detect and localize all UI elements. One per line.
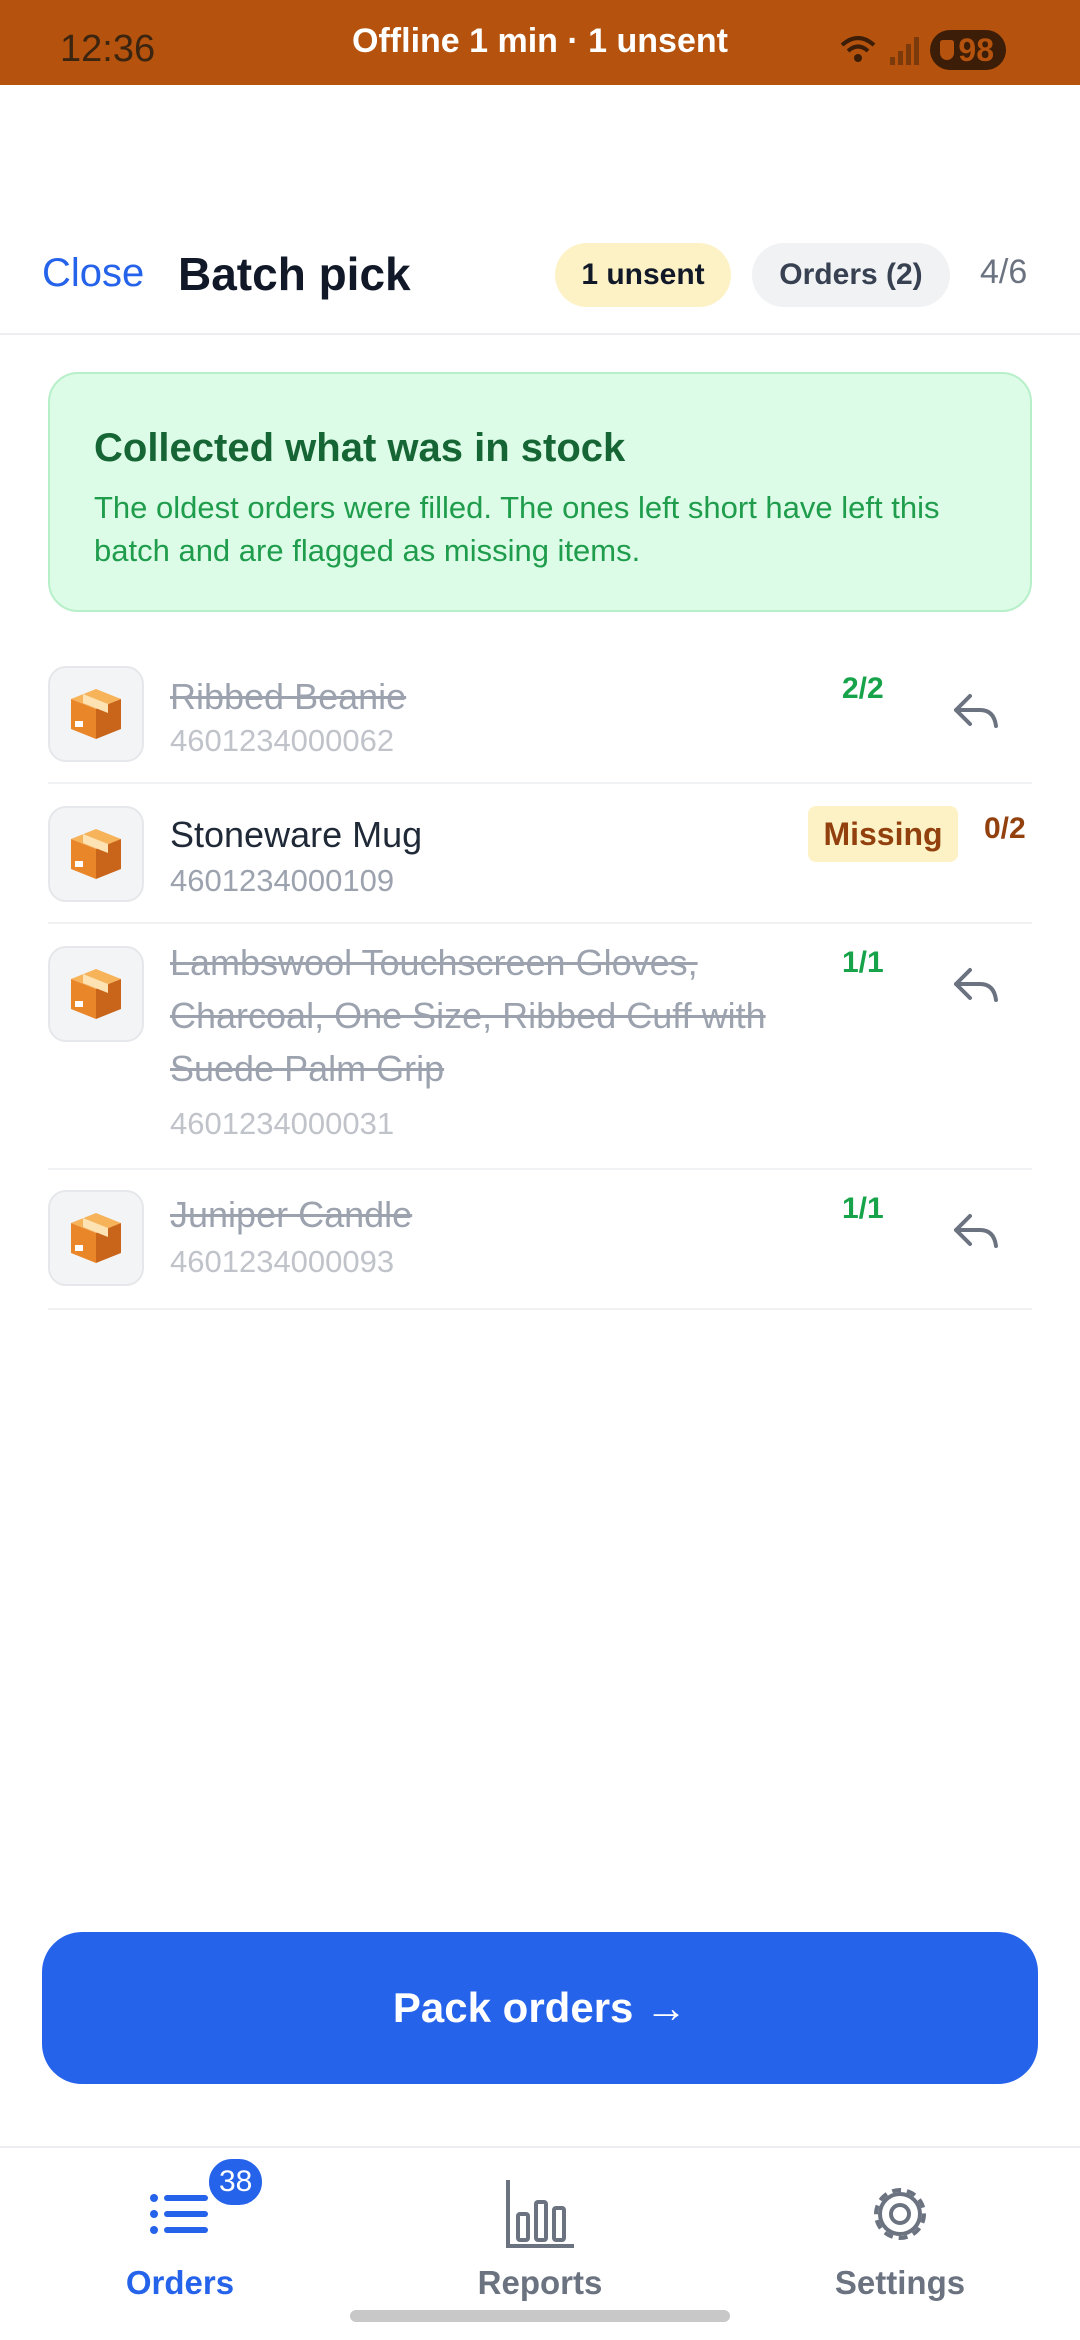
home-indicator[interactable] — [350, 2310, 730, 2322]
bar-chart-icon — [506, 2180, 574, 2248]
list-item[interactable]: Stoneware Mug 4601234000109 Missing 0/2 — [48, 784, 1032, 924]
gear-icon — [874, 2188, 926, 2240]
package-icon — [48, 946, 144, 1042]
nav-reports-label: Reports — [477, 2264, 603, 2301]
battery-level: 98 — [958, 31, 994, 68]
unsent-chip[interactable]: 1 unsent — [555, 243, 731, 307]
status-bar: 12:36 Offline 1 min · 1 unsent 98 — [0, 0, 1080, 85]
signal-icon — [890, 37, 920, 65]
banner-text: The oldest orders were filled. The ones … — [94, 490, 940, 568]
nav-settings-label: Settings — [834, 2264, 966, 2301]
nav-settings[interactable]: Settings — [750, 2148, 1050, 2328]
package-icon — [48, 806, 144, 902]
nav-orders[interactable]: 38 Orders — [30, 2148, 330, 2328]
status-icons: 98 — [838, 30, 1006, 70]
item-name: Ribbed Beanie — [170, 676, 407, 717]
banner-title: Collected what was in stock — [94, 426, 626, 470]
item-sku: 4601234000062 — [170, 723, 395, 758]
item-quantity: 2/2 — [842, 672, 884, 705]
battery-indicator: 98 — [930, 30, 1006, 70]
undo-icon[interactable] — [946, 682, 1006, 742]
item-quantity: 1/1 — [842, 946, 884, 979]
nav-orders-label: Orders — [125, 2264, 235, 2301]
orders-count-badge: 38 — [206, 2156, 266, 2208]
pick-progress: 4/6 — [980, 253, 1028, 291]
item-quantity: 0/2 — [984, 812, 1026, 845]
header: Close Batch pick 1 unsent Orders (2) 4/6 — [0, 225, 1080, 335]
success-banner: Collected what was in stock The oldest o… — [48, 372, 1032, 612]
item-sku: 4601234000031 — [170, 1106, 395, 1141]
package-icon — [48, 1190, 144, 1286]
undo-icon[interactable] — [946, 1202, 1006, 1262]
pack-orders-button[interactable]: Pack orders → — [42, 1932, 1038, 2084]
page-title: Batch pick — [178, 248, 411, 300]
item-name: Lambswool Touchscreen Gloves, Charcoal, … — [170, 942, 766, 1089]
undo-icon[interactable] — [946, 956, 1006, 1016]
list-item[interactable]: Juniper Candle 4601234000093 1/1 — [48, 1170, 1032, 1310]
item-sku: 4601234000093 — [170, 1244, 395, 1279]
list-item[interactable]: Lambswool Touchscreen Gloves, Charcoal, … — [48, 924, 1032, 1170]
close-button[interactable]: Close — [42, 251, 144, 296]
pick-item-list: Ribbed Beanie 4601234000062 2/2 Stonewar… — [48, 660, 1032, 1310]
list-item[interactable]: Ribbed Beanie 4601234000062 2/2 — [48, 660, 1032, 784]
item-name: Stoneware Mug — [170, 814, 423, 855]
item-sku: 4601234000109 — [170, 863, 395, 898]
orders-chip[interactable]: Orders (2) — [752, 243, 950, 307]
item-name: Juniper Candle — [170, 1194, 413, 1235]
wifi-icon — [841, 36, 876, 62]
battery-icon — [940, 40, 955, 60]
missing-badge: Missing — [808, 806, 958, 862]
package-icon — [48, 666, 144, 762]
item-quantity: 1/1 — [842, 1192, 884, 1225]
nav-reports[interactable]: Reports — [390, 2148, 690, 2328]
